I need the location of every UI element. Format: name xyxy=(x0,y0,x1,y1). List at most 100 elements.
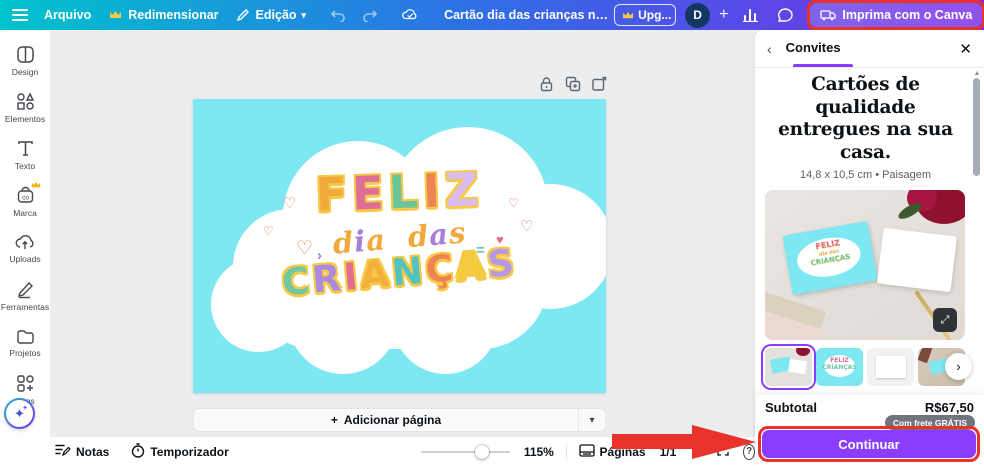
subtotal-label: Subtotal xyxy=(765,400,817,415)
scrollbar-thumb[interactable] xyxy=(973,78,980,176)
panel-scrollbar[interactable]: ▲ ▼ xyxy=(972,70,982,418)
design-page[interactable]: FELIZ dia das CRIANÇAS ♡ ♡ ♡ ♡ ♡ ♥ › = xyxy=(193,99,606,393)
subtotal-value: R$67,50 xyxy=(924,400,974,415)
pages-button[interactable]: Páginas xyxy=(578,443,646,460)
continue-button[interactable]: Continuar xyxy=(762,430,976,458)
tools-pen-icon xyxy=(16,280,35,299)
menu-redimensionar[interactable]: Redimensionar xyxy=(107,7,219,23)
close-icon[interactable]: ✕ xyxy=(959,40,972,58)
sidebar-item-elementos[interactable]: Elementos xyxy=(0,85,50,131)
menu-edicao[interactable]: Edição ▾ xyxy=(235,7,306,23)
tab-active-underline xyxy=(793,64,853,67)
svg-text:co: co xyxy=(22,195,29,202)
duplicate-page-icon[interactable] xyxy=(564,75,581,92)
lock-icon[interactable] xyxy=(538,75,555,92)
text-icon xyxy=(16,139,35,158)
annotation-highlight-print: Imprima com o Canva xyxy=(807,0,984,30)
zoom-level[interactable]: 115% xyxy=(524,445,554,459)
panel-footer: Subtotal R$67,50 Com frete GRÁTIS Contin… xyxy=(755,395,984,466)
page-indicator: 1/1 xyxy=(659,444,677,459)
avatar[interactable]: D xyxy=(685,2,711,28)
crown-icon xyxy=(622,7,634,23)
pages-icon xyxy=(578,443,595,460)
sidebar-item-design[interactable]: Design xyxy=(0,38,50,84)
zoom-slider[interactable] xyxy=(420,444,510,459)
folder-icon xyxy=(16,329,35,345)
add-page-row: + Adicionar página ▾ xyxy=(193,408,606,432)
expand-photo-button[interactable]: ⤢ xyxy=(933,308,957,333)
panel-specs: 14,8 x 10,5 cm • Paisagem xyxy=(799,169,932,182)
zoom-slider-handle[interactable] xyxy=(474,444,489,459)
grid-view-icon xyxy=(692,443,705,460)
grid-view-button[interactable] xyxy=(692,443,705,460)
heart-decoration: ♡ xyxy=(283,195,297,212)
fullscreen-button[interactable] xyxy=(717,444,729,459)
menu-arquivo[interactable]: Arquivo xyxy=(44,8,91,22)
mock-card-back xyxy=(876,227,958,293)
product-preview-photo[interactable]: FELIZ dia das CRIANÇAS ⤢ xyxy=(765,190,965,341)
thumbnail-lifestyle-1[interactable] xyxy=(765,348,812,387)
redo-icon[interactable] xyxy=(362,7,378,23)
sparkle-dash-decoration: = xyxy=(476,242,485,259)
add-page-icon[interactable] xyxy=(590,75,607,92)
tab-convites[interactable]: Convites xyxy=(786,40,841,57)
apps-grid-icon xyxy=(16,374,35,393)
crown-icon xyxy=(31,181,41,189)
sidebar-label: Design xyxy=(11,67,39,77)
sparkle-dash-decoration: › xyxy=(317,247,322,264)
heart-decoration: ♡ xyxy=(520,218,534,235)
pencil-icon xyxy=(235,7,251,23)
add-page-caret-button[interactable]: ▾ xyxy=(578,408,606,432)
timer-button[interactable]: Temporizador xyxy=(131,442,229,461)
divider xyxy=(565,444,567,459)
add-page-button[interactable]: + Adicionar página xyxy=(193,408,578,432)
uploads-cloud-icon xyxy=(15,234,35,251)
mock-card-front: FELIZ dia das CRIANÇAS xyxy=(782,221,878,296)
panel-header: ‹ Convites ✕ xyxy=(755,30,984,68)
fullscreen-icon xyxy=(717,444,729,459)
sidebar-label: Elementos xyxy=(4,114,46,124)
hamburger-menu-icon[interactable] xyxy=(12,7,28,23)
menu-redimensionar-label: Redimensionar xyxy=(128,8,219,22)
sidebar-label: Texto xyxy=(14,161,36,171)
heart-decoration: ♡ xyxy=(508,196,519,210)
insights-chart-icon[interactable] xyxy=(737,3,763,27)
thumbnail-design-front[interactable]: FELIZ CRIANÇAS xyxy=(816,348,863,387)
help-button[interactable]: ? xyxy=(743,443,755,460)
heart-decoration: ♥ xyxy=(496,232,504,247)
notes-label: Notas xyxy=(76,444,110,459)
printer-truck-icon xyxy=(820,7,837,23)
menu-arquivo-label: Arquivo xyxy=(44,8,92,22)
thumbnails-next-button[interactable]: › xyxy=(945,353,972,381)
add-member-button[interactable]: + xyxy=(719,7,728,23)
sidebar-item-marca[interactable]: co Marca xyxy=(0,179,50,225)
sidebar-item-projetos[interactable]: Projetos xyxy=(0,320,50,366)
top-toolbar: Arquivo Redimensionar Edição ▾ Cartão di… xyxy=(0,0,984,30)
undo-icon[interactable] xyxy=(330,7,346,23)
upgrade-button[interactable]: Upg... xyxy=(614,4,677,26)
sidebar-label: Marca xyxy=(13,208,37,218)
canva-editor: Arquivo Redimensionar Edição ▾ Cartão di… xyxy=(0,0,984,466)
sidebar-item-uploads[interactable]: Uploads xyxy=(0,226,50,272)
sidebar-item-texto[interactable]: Texto xyxy=(0,132,50,178)
notes-button[interactable]: Notas xyxy=(55,443,109,460)
scroll-up-arrow[interactable]: ▲ xyxy=(972,70,982,77)
magic-assistant-button[interactable]: ✦ ✦ xyxy=(4,398,35,429)
heart-decoration: ♡ xyxy=(263,224,274,238)
print-button-label: Imprima com o Canva xyxy=(842,8,973,22)
pages-label: Páginas xyxy=(599,444,646,459)
panel-body: Cartões de qualidade entregues na sua ca… xyxy=(755,68,984,396)
comments-bubble-icon[interactable] xyxy=(772,3,798,27)
document-title[interactable]: Cartão dia das crianças nuvem infan... xyxy=(444,8,614,22)
sidebar-item-ferramentas[interactable]: Ferramentas xyxy=(0,273,50,319)
back-chevron-icon[interactable]: ‹ xyxy=(767,41,772,57)
preview-thumbnails: FELIZ CRIANÇAS › xyxy=(765,348,972,387)
panel-title: Cartões de qualidade entregues na sua ca… xyxy=(778,74,953,163)
print-with-canva-button[interactable]: Imprima com o Canva xyxy=(810,3,983,27)
sidebar-label: Ferramentas xyxy=(0,302,50,312)
elements-icon xyxy=(16,92,35,111)
stopwatch-icon xyxy=(131,442,145,461)
cloud-saved-icon[interactable] xyxy=(402,7,418,23)
heart-decoration: ♡ xyxy=(296,238,314,259)
thumbnail-blank-back[interactable] xyxy=(867,348,914,387)
